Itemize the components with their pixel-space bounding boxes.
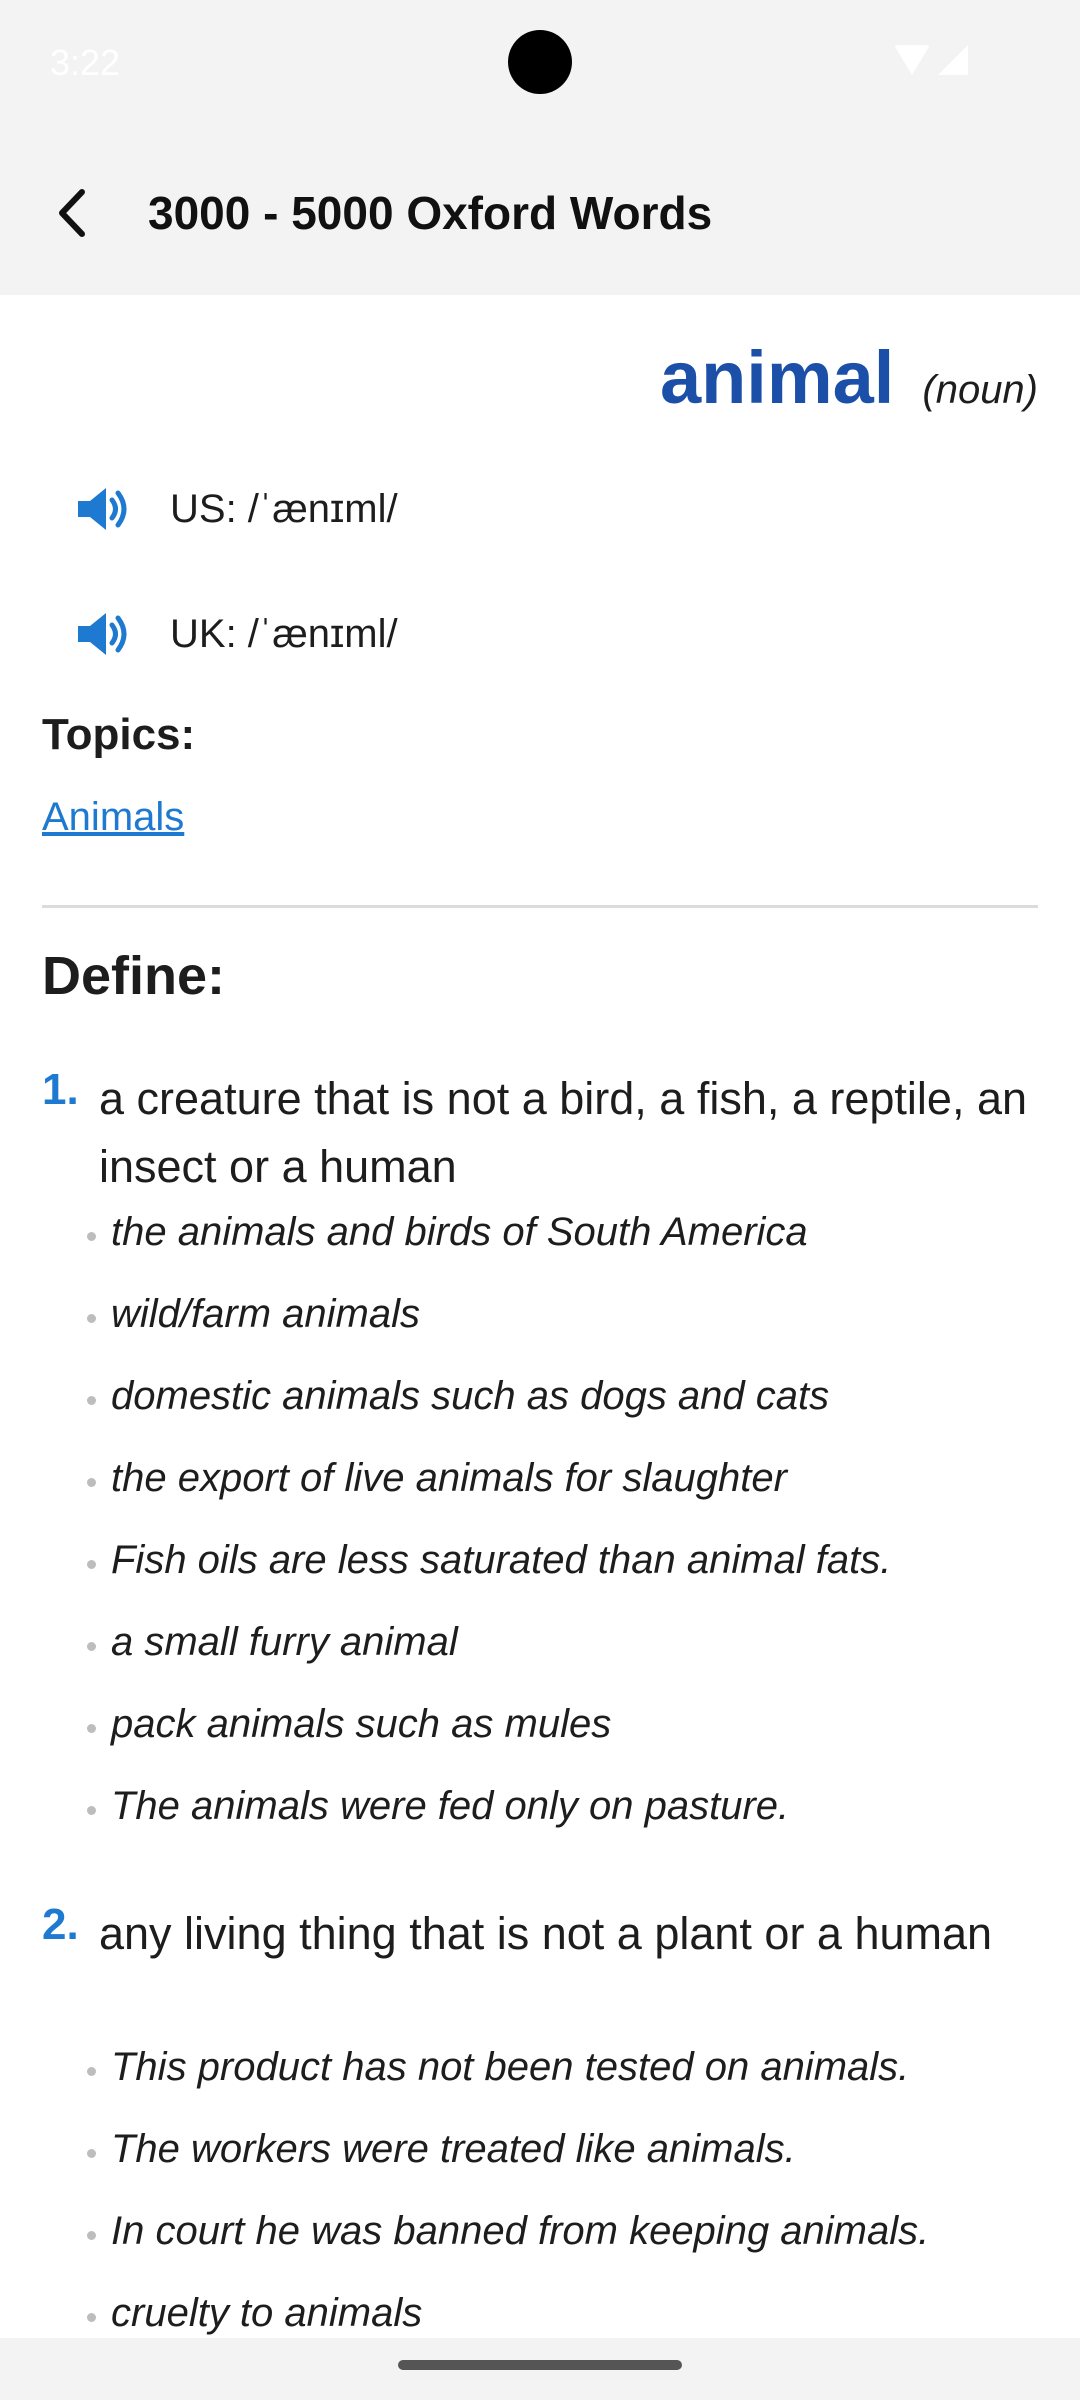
navigation-bar (0, 2338, 1080, 2400)
bullet-icon (87, 1642, 96, 1651)
pronunciation-uk: UK: /ˈænɪml/ (76, 610, 398, 658)
example-text: In court he was banned from keeping anim… (111, 2209, 930, 2253)
bullet-icon (87, 1396, 96, 1405)
headword-row: animal (noun) (660, 335, 1038, 420)
pronunciation-us-label: US: /ˈænɪml/ (170, 486, 398, 531)
signal-icon (938, 45, 968, 75)
status-time: 3:22 (50, 42, 121, 83)
example-text: cruelty to animals (111, 2291, 423, 2335)
wifi-icon (894, 45, 930, 75)
bullet-icon (87, 2231, 96, 2240)
bullet-icon (87, 1560, 96, 1569)
example-text: domestic animals such as dogs and cats (111, 1374, 830, 1418)
app-title: 3000 - 5000 Oxford Words (148, 187, 713, 239)
define-heading: Define: (42, 946, 226, 1006)
status-bar: 3:22 (0, 0, 1080, 130)
bullet-icon (87, 2067, 96, 2076)
headword: animal (659, 336, 895, 419)
sense-number: 2. (42, 1900, 79, 1949)
example-text: the animals and birds of South America (111, 1210, 808, 1254)
bullet-icon (87, 1232, 96, 1241)
topics-label: Topics: (42, 710, 196, 759)
topic-link-animals[interactable]: Animals (42, 795, 184, 840)
bullet-icon (87, 1314, 96, 1323)
bullet-icon (87, 2313, 96, 2322)
sense-definition: a creature that is not a bird, a fish, a… (99, 1073, 1028, 1192)
speaker-icon[interactable] (76, 610, 132, 658)
sense-definition: any living thing that is not a plant or … (99, 1908, 993, 1959)
example-text: This product has not been tested on anim… (111, 2045, 910, 2089)
app-bar: 3000 - 5000 Oxford Words (0, 130, 1080, 295)
example-text: The animals were fed only on pasture. (111, 1784, 790, 1828)
bullet-icon (87, 1806, 96, 1815)
speaker-icon[interactable] (76, 485, 132, 533)
divider (42, 905, 1038, 908)
back-arrow-icon[interactable] (40, 178, 110, 248)
example-text: The workers were treated like animals. (111, 2127, 796, 2171)
bullet-icon (87, 1478, 96, 1487)
bullet-icon (87, 1724, 96, 1733)
pronunciation-uk-label: UK: /ˈænɪml/ (170, 611, 398, 656)
camera-cutout (508, 30, 572, 94)
pronunciation-us: US: /ˈænɪml/ (76, 485, 398, 533)
home-gesture-handle[interactable] (398, 2360, 682, 2370)
part-of-speech: (noun) (922, 368, 1038, 412)
example-text: pack animals such as mules (111, 1702, 612, 1746)
example-text: the export of live animals for slaughter (111, 1456, 787, 1500)
example-text: Fish oils are less saturated than animal… (111, 1538, 892, 1582)
example-text: wild/farm animals (111, 1292, 420, 1336)
sense-number: 1. (42, 1065, 79, 1114)
status-icons (894, 45, 968, 75)
bullet-icon (87, 2149, 96, 2158)
example-text: a small furry animal (111, 1620, 458, 1664)
